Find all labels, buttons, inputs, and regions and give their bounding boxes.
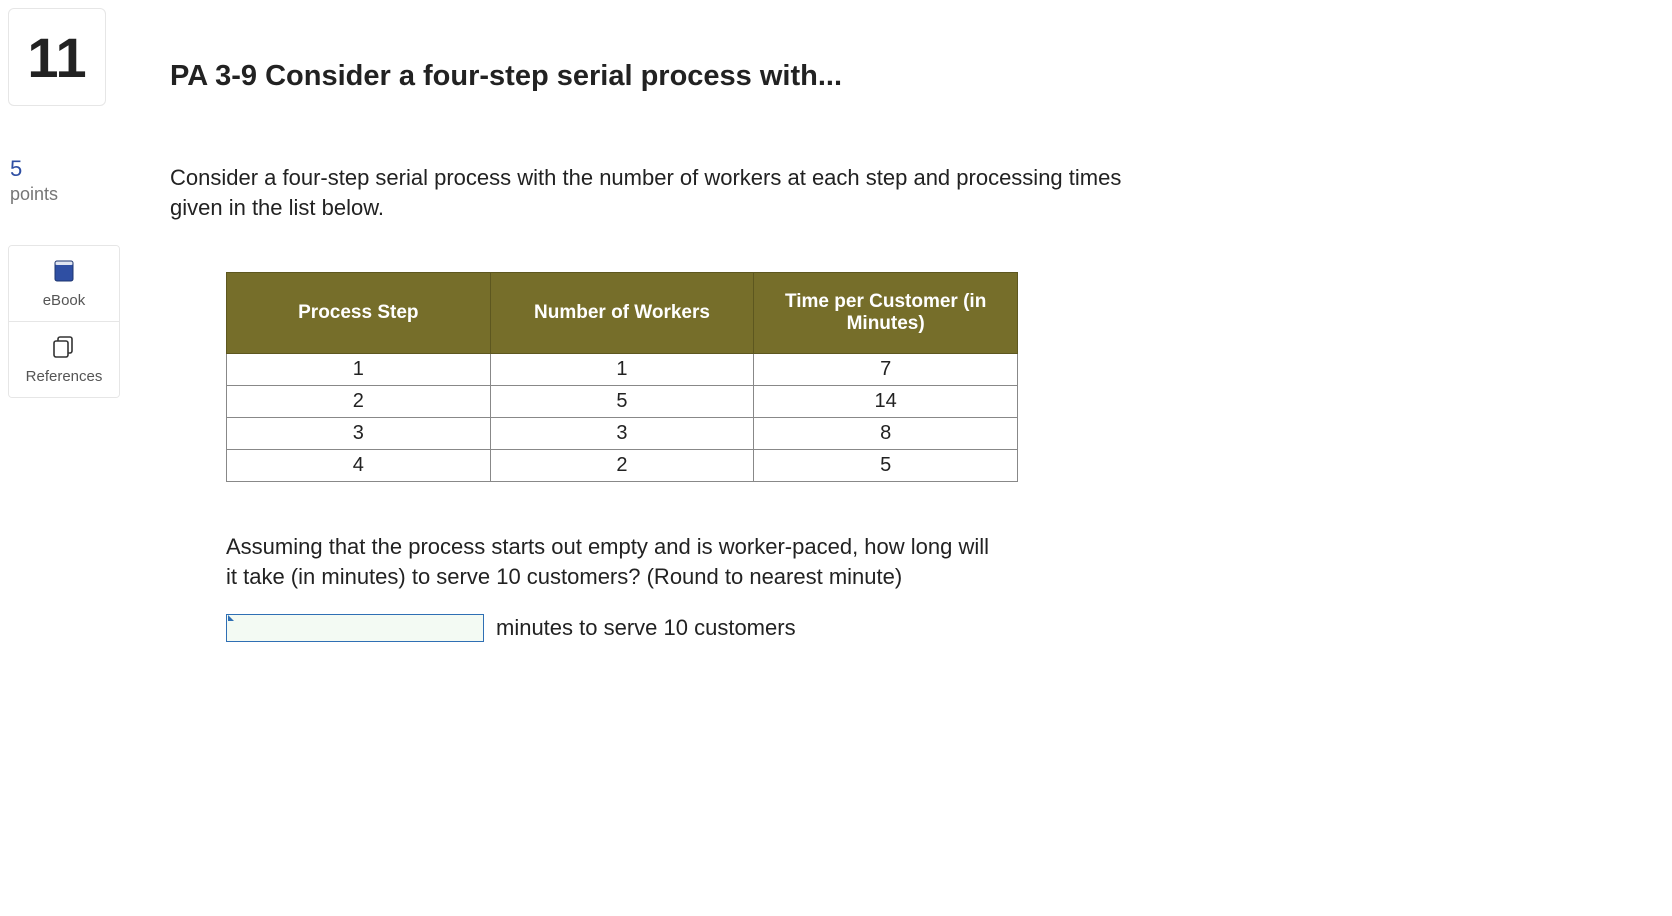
question-number: 11 [27, 25, 86, 90]
table-cell: 5 [490, 386, 754, 418]
table-cell: 14 [754, 386, 1018, 418]
table-cell: 3 [227, 418, 491, 450]
table-cell: 8 [754, 418, 1018, 450]
references-label: References [26, 368, 103, 385]
ebook-label: eBook [43, 292, 86, 309]
references-button[interactable]: References [9, 322, 119, 397]
data-table-wrap: Process Step Number of Workers Time per … [226, 272, 1018, 482]
table-row: 1 1 7 [227, 354, 1018, 386]
question-number-box: 11 [8, 8, 106, 106]
table-header-row: Process Step Number of Workers Time per … [227, 273, 1018, 354]
references-icon [51, 332, 77, 362]
ebook-button[interactable]: eBook [9, 246, 119, 322]
points-label: points [10, 184, 120, 205]
input-flag-icon [228, 615, 234, 621]
answer-suffix: minutes to serve 10 customers [496, 615, 796, 641]
table-row: 4 2 5 [227, 450, 1018, 482]
answer-row: minutes to serve 10 customers [226, 614, 1170, 642]
left-sidebar: 11 5 points eBook [8, 8, 120, 398]
question-title: PA 3-9 Consider a four-step serial proce… [170, 60, 1170, 93]
question-intro: Consider a four-step serial process with… [170, 163, 1150, 222]
points-value: 5 [10, 158, 120, 180]
table-row: 3 3 8 [227, 418, 1018, 450]
table-cell: 5 [754, 450, 1018, 482]
table-cell: 2 [490, 450, 754, 482]
question-page: 11 5 points eBook [0, 0, 1672, 916]
sub-question-text: Assuming that the process starts out emp… [226, 532, 1006, 591]
table-header-cell: Number of Workers [490, 273, 754, 354]
points-block: 5 points [8, 158, 120, 205]
table-cell: 7 [754, 354, 1018, 386]
table-cell: 1 [227, 354, 491, 386]
table-header-cell: Process Step [227, 273, 491, 354]
table-cell: 4 [227, 450, 491, 482]
process-data-table: Process Step Number of Workers Time per … [226, 272, 1018, 482]
resources-box: eBook References [8, 245, 120, 398]
table-cell: 1 [490, 354, 754, 386]
table-cell: 3 [490, 418, 754, 450]
answer-input-wrap [226, 614, 484, 642]
ebook-icon [52, 256, 76, 286]
table-cell: 2 [227, 386, 491, 418]
table-row: 2 5 14 [227, 386, 1018, 418]
question-main: PA 3-9 Consider a four-step serial proce… [170, 60, 1170, 642]
answer-input[interactable] [226, 614, 484, 642]
table-header-cell: Time per Customer (in Minutes) [754, 273, 1018, 354]
